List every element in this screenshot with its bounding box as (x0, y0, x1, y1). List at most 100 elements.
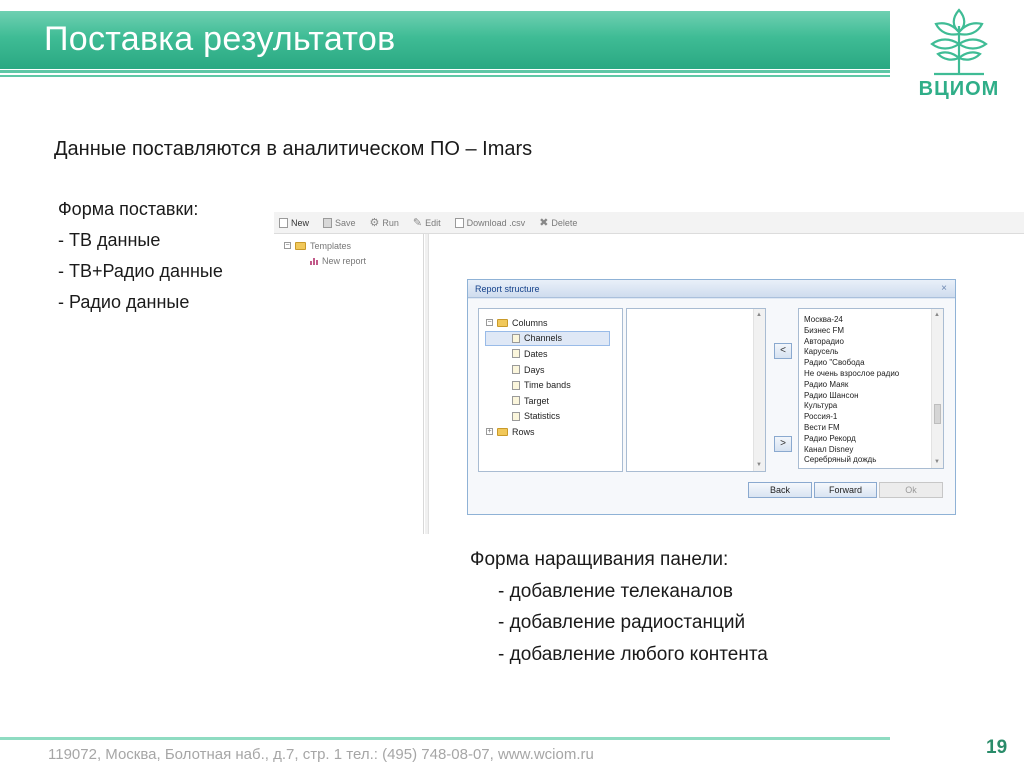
tree-item-channels[interactable]: Channels (485, 330, 610, 347)
tree-node-new-report[interactable]: New report (274, 253, 423, 268)
list-item: - ТВ данные (58, 230, 161, 250)
download-label: Download .csv (466, 217, 526, 228)
download-csv-button[interactable]: Download .csv (454, 217, 526, 228)
station-list[interactable]: Москва-24 Бизнес FM Авторадио Карусель Р… (798, 308, 944, 469)
list-item: - добавление телеканалов (498, 580, 733, 602)
scroll-up-icon[interactable]: ▲ (934, 312, 940, 318)
list-item[interactable]: Карусель (804, 347, 943, 358)
run-icon: ⚙ (369, 216, 380, 229)
list-item[interactable]: Вести FM (804, 423, 943, 434)
scroll-down-icon[interactable]: ▼ (756, 462, 762, 468)
page-number: 19 (986, 737, 1008, 758)
tree-node-templates[interactable]: − Templates (274, 238, 423, 253)
move-right-button[interactable]: > (774, 436, 792, 452)
list-item[interactable]: Серебряный дождь (804, 455, 943, 466)
edit-label: Edit (425, 217, 441, 228)
document-icon (512, 365, 520, 375)
document-icon (512, 333, 520, 343)
list-item: - добавление радиостанций (498, 612, 746, 633)
back-button[interactable]: Back (748, 482, 812, 498)
tree-item-time-bands[interactable]: Time bands (479, 377, 622, 393)
selected-items-list[interactable]: ▲ ▼ (626, 308, 766, 472)
tree-item-label: Channels (524, 333, 563, 344)
run-button[interactable]: ⚙ Run (369, 216, 399, 229)
tree-item-days[interactable]: Days (479, 362, 622, 378)
list-item[interactable]: Авторадио (804, 337, 943, 348)
close-icon[interactable]: × (941, 280, 947, 298)
tree-item-label: Time bands (524, 380, 571, 391)
vertical-scrollbar[interactable]: ▲ ▼ (753, 309, 765, 471)
new-label: New (291, 217, 310, 228)
delivery-form-list: Форма поставки: - ТВ данные - ТВ+Радио д… (58, 194, 223, 318)
templates-tree-panel: − Templates New report (274, 234, 424, 534)
app-toolbar: New Save ⚙ Run ✎ Edit Download .csv ✖ De… (274, 212, 1024, 234)
tree-node-columns[interactable]: − Columns (479, 315, 622, 331)
tree-logo-icon (930, 8, 988, 76)
folder-open-icon (295, 241, 306, 250)
list-item[interactable]: Радио Маяк (804, 380, 943, 391)
vertical-scrollbar[interactable]: ▲ ▼ (931, 309, 943, 468)
templates-label: Templates (310, 240, 352, 251)
tree-item-statistics[interactable]: Statistics (479, 409, 622, 425)
save-label: Save (335, 217, 356, 228)
tree-item-target[interactable]: Target (479, 393, 622, 409)
document-icon (512, 396, 520, 406)
list-item[interactable]: Радио Рекорд (804, 434, 943, 445)
header-divider-2 (0, 75, 890, 77)
document-icon (512, 349, 520, 359)
list-item[interactable]: Радио Шансон (804, 391, 943, 402)
dialog-title: Report structure (475, 284, 540, 294)
report-chart-icon (310, 257, 318, 265)
footer-contacts: 119072, Москва, Болотная наб., д.7, стр.… (48, 746, 594, 763)
header-divider (0, 70, 890, 73)
list-item[interactable]: Не очень взрослое радио (804, 369, 943, 380)
scroll-up-icon[interactable]: ▲ (756, 312, 762, 318)
list-item[interactable]: Канал Disney (804, 445, 943, 456)
collapse-icon[interactable]: − (486, 319, 493, 327)
logo-text: ВЦИОМ (918, 78, 1000, 100)
scroll-thumb[interactable] (934, 404, 941, 424)
delete-x-icon: ✖ (539, 216, 549, 229)
columns-label: Columns (512, 317, 548, 328)
edit-button[interactable]: ✎ Edit (412, 216, 441, 229)
report-structure-dialog: Report structure × − Columns Channels Da… (467, 279, 956, 515)
dialog-body: − Columns Channels Dates Days Time bands… (468, 299, 955, 514)
list-item[interactable]: Радио "Свобода (804, 358, 943, 369)
run-label: Run (382, 217, 399, 228)
save-disk-icon (323, 217, 333, 228)
table-icon (454, 217, 464, 228)
new-doc-icon (279, 217, 288, 228)
list-item: - ТВ+Радио данные (58, 261, 223, 281)
save-button[interactable]: Save (323, 217, 356, 228)
tree-node-rows[interactable]: + Rows (479, 424, 622, 440)
ok-button[interactable]: Ok (879, 482, 943, 498)
list-item[interactable]: Культура (804, 401, 943, 412)
new-button[interactable]: New (279, 217, 310, 228)
slide-title: Поставка результатов (44, 20, 396, 58)
delete-label: Delete (551, 217, 578, 228)
edit-icon: ✎ (412, 216, 423, 229)
list-item[interactable]: Москва-24 (804, 315, 943, 326)
list-item[interactable]: Россия-1 (804, 412, 943, 423)
tree-item-label: Statistics (524, 411, 561, 422)
panel-splitter[interactable] (425, 234, 429, 534)
delete-button[interactable]: ✖ Delete (539, 216, 578, 229)
station-items: Москва-24 Бизнес FM Авторадио Карусель Р… (799, 309, 943, 466)
wciom-logo: ВЦИОМ (914, 4, 1004, 100)
list-item[interactable]: Бизнес FM (804, 326, 943, 337)
rows-label: Rows (512, 426, 535, 437)
structure-tree: − Columns Channels Dates Days Time bands… (478, 308, 623, 472)
scroll-down-icon[interactable]: ▼ (934, 459, 940, 465)
document-icon (512, 380, 520, 390)
panel-extension-list: Форма наращивания панели: - добавление т… (470, 544, 768, 670)
list-heading: Форма наращивания панели: (470, 549, 729, 570)
move-left-button[interactable]: < (774, 343, 792, 359)
collapse-icon[interactable]: − (284, 242, 291, 249)
dialog-titlebar[interactable]: Report structure × (468, 280, 955, 298)
expand-icon[interactable]: + (486, 428, 493, 436)
tree-item-label: Target (524, 395, 550, 406)
forward-button[interactable]: Forward (814, 482, 877, 498)
list-item: - добавление любого контента (498, 643, 768, 665)
tree-item-dates[interactable]: Dates (479, 346, 622, 362)
list-item: - Радио данные (58, 292, 190, 312)
